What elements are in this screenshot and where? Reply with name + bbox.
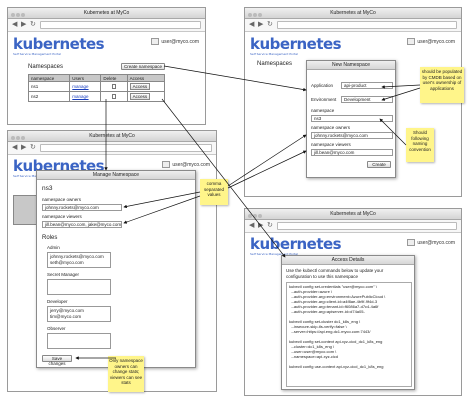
application-label: Application — [311, 83, 334, 88]
developer-textarea[interactable]: jerry@myco.com tim@myco.com — [47, 306, 111, 322]
col-header-access: Access — [126, 74, 166, 82]
forward-icon[interactable]: ▶ — [258, 21, 263, 29]
namespace-label: namespace — [311, 108, 335, 113]
avatar — [407, 38, 416, 45]
page-title: Namespaces — [257, 61, 293, 67]
manage-link[interactable]: manage — [72, 94, 88, 99]
kubernetes-logo: kubernetes Self Service Management Porta… — [250, 35, 342, 56]
viewers-input[interactable]: jill.bean@myco.com, jake@myco.com — [42, 221, 122, 228]
application-select[interactable]: api-product — [341, 82, 393, 89]
table-row: ns2 manage Access — [27, 91, 166, 102]
owners-label: namespace owners — [311, 125, 351, 130]
kubectl-commands-box[interactable]: kubectl config set-credentials "user@myc… — [286, 282, 412, 387]
url-bar[interactable] — [277, 21, 457, 29]
avatar — [162, 161, 171, 168]
url-bar[interactable] — [40, 21, 201, 29]
admin-label: Admin — [47, 245, 60, 250]
browser-navbar: ◀ ▶ ↻ — [8, 19, 205, 32]
back-icon[interactable]: ◀ — [12, 144, 17, 152]
reload-icon[interactable]: ↻ — [30, 144, 36, 152]
window-titlebar: Kubernetes at MyCo — [245, 209, 461, 220]
window-titlebar: Kubernetes at MyCo — [245, 8, 461, 19]
namespaces-window: Kubernetes at MyCo ◀ ▶ ↻ kubernetes Self… — [7, 7, 206, 125]
owners-label: namespace owners — [42, 197, 82, 202]
browser-navbar: ◀ ▶ ↻ — [8, 142, 216, 155]
window-title: Kubernetes at MyCo — [89, 133, 135, 139]
owners-input[interactable]: johnny.rockets@myco.com — [42, 204, 122, 211]
secret-manager-label: Secret Manager — [47, 272, 80, 277]
kubernetes-logo: kubernetes Self Service Management Porta… — [13, 35, 105, 56]
kubernetes-logo: kubernetes Self Service Management Porta… — [250, 235, 342, 256]
reload-icon[interactable]: ↻ — [30, 21, 36, 29]
avatar — [151, 38, 160, 45]
dialog-title: Manage Namespace — [37, 171, 195, 180]
create-button[interactable]: Create — [367, 161, 391, 168]
note-cmdb: should be populated by CMDB based on use… — [420, 67, 464, 103]
access-details-dialog: Access Details Use the kubectl commands … — [281, 255, 415, 390]
owners-input[interactable]: johnny.rockets@myco.com — [311, 132, 393, 139]
dialog-title: New Namespace — [307, 61, 395, 70]
manage-namespace-dialog: Manage Namespace ns3 namespace owners jo… — [36, 170, 196, 368]
namespace-table: namespace Users Delete Access ns1 manage… — [27, 74, 166, 102]
viewers-label: namespace viewers — [311, 142, 351, 147]
observer-textarea[interactable] — [47, 333, 111, 349]
url-bar[interactable] — [40, 144, 212, 152]
browser-navbar: ◀ ▶ ↻ — [245, 19, 461, 32]
dialog-title: Access Details — [282, 256, 414, 265]
table-row: ns1 manage Access — [27, 81, 166, 92]
url-bar[interactable] — [277, 222, 457, 230]
reload-icon[interactable]: ↻ — [267, 222, 273, 230]
avatar — [407, 239, 416, 246]
access-intro: Use the kubectl commands below to update… — [286, 268, 384, 279]
forward-icon[interactable]: ▶ — [21, 21, 26, 29]
user-menu[interactable]: user@myco.com — [151, 38, 199, 45]
environment-label: Environment — [311, 97, 337, 102]
namespace-cell: ns2 — [27, 91, 71, 102]
window-title: Kubernetes at MyCo — [330, 10, 376, 16]
viewers-input[interactable]: jill.bean@myco.com — [311, 149, 393, 156]
namespace-name: ns3 — [42, 185, 53, 192]
note-naming: Should following naming convention — [406, 128, 434, 162]
secret-manager-textarea[interactable] — [47, 279, 111, 295]
reload-icon[interactable]: ↻ — [267, 21, 273, 29]
roles-heading: Roles — [42, 235, 58, 241]
user-menu[interactable]: user@myco.com — [407, 38, 455, 45]
namespace-input[interactable]: ns3 — [311, 115, 393, 122]
environment-select[interactable]: Development — [341, 96, 393, 103]
forward-icon[interactable]: ▶ — [21, 144, 26, 152]
window-titlebar: Kubernetes at MyCo — [8, 8, 205, 19]
back-icon[interactable]: ◀ — [249, 21, 254, 29]
note-owners-only: Only namespace owners can change stats; … — [108, 356, 144, 392]
window-title: Kubernetes at MyCo — [83, 10, 130, 16]
forward-icon[interactable]: ▶ — [258, 222, 263, 230]
namespace-cell: ns1 — [27, 81, 71, 92]
user-menu[interactable]: user@myco.com — [162, 161, 210, 168]
access-button[interactable]: Access — [129, 93, 151, 100]
manage-link[interactable]: manage — [72, 84, 88, 89]
page-title: Namespaces — [28, 64, 64, 70]
col-header-namespace: namespace — [27, 74, 71, 82]
note-comma: comma separated values — [200, 179, 228, 205]
trash-icon[interactable] — [112, 93, 117, 99]
col-header-delete: Delete — [100, 74, 128, 82]
trash-icon[interactable] — [112, 83, 117, 89]
viewers-label: namespace viewers — [42, 214, 82, 219]
save-changes-button[interactable]: Save changes — [42, 355, 72, 366]
back-icon[interactable]: ◀ — [12, 21, 17, 29]
back-icon[interactable]: ◀ — [249, 222, 254, 230]
kubectl-commands: kubectl config set-credentials "user@myc… — [289, 284, 386, 369]
window-title: Kubernetes at MyCo — [330, 211, 376, 217]
create-namespace-button[interactable]: Create namespace — [121, 63, 165, 70]
access-button[interactable]: Access — [129, 83, 151, 90]
new-namespace-dialog: New Namespace Application api-product En… — [306, 60, 396, 178]
col-header-users: Users — [69, 74, 102, 82]
window-titlebar: Kubernetes at MyCo — [8, 131, 216, 142]
admin-textarea[interactable]: johnny.rockets@myco.com seth@myco.com — [47, 252, 111, 268]
developer-label: Developer — [47, 299, 68, 304]
observer-label: Observer — [47, 326, 66, 331]
user-menu[interactable]: user@myco.com — [407, 239, 455, 246]
browser-navbar: ◀ ▶ ↻ — [245, 220, 461, 233]
